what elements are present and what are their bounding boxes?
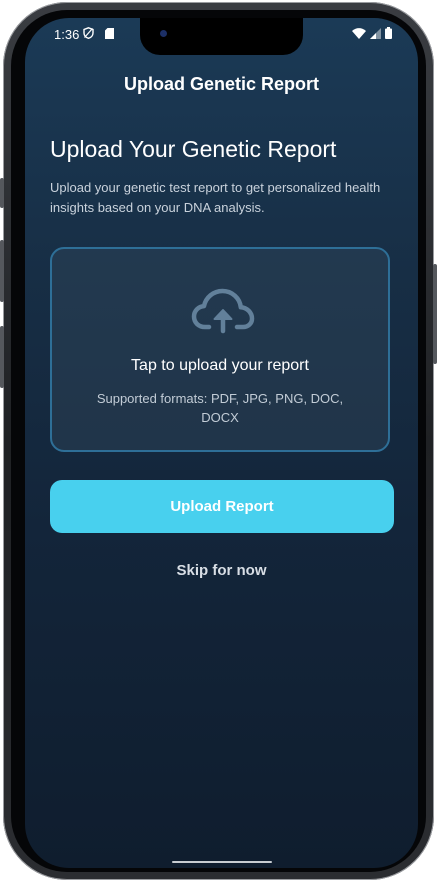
shield-icon (83, 27, 94, 39)
skip-for-now-link[interactable]: Skip for now (25, 562, 418, 579)
supported-formats: Supported formats: PDF, JPG, PNG, DOC, D… (96, 391, 344, 425)
home-indicator (172, 861, 272, 863)
app-screen: 1:36 Upload Genetic Report Upload Your G… (25, 18, 418, 868)
upload-dropzone[interactable]: Tap to upload your report Supported form… (50, 247, 390, 452)
action-button (0, 178, 4, 208)
page-title: Upload Genetic Report (123, 74, 320, 94)
battery-icon (385, 27, 392, 39)
section-heading: Upload Your Genetic Report (50, 136, 337, 162)
status-left-icons (83, 27, 114, 39)
camera-notch (140, 18, 303, 55)
cellular-signal-icon (370, 27, 381, 39)
status-time: 1:36 (54, 27, 80, 42)
upload-title: Tap to upload your report (131, 357, 309, 374)
wifi-icon (352, 27, 366, 39)
sd-card-icon (105, 27, 114, 39)
volume-down-button (0, 326, 4, 388)
status-right-icons (352, 27, 392, 39)
front-camera (160, 30, 167, 37)
volume-up-button (0, 240, 4, 302)
power-button (433, 264, 437, 364)
cloud-upload-icon (191, 288, 255, 334)
section-description: Upload your genetic test report to get p… (50, 180, 381, 215)
upload-report-button[interactable]: Upload Report (50, 480, 394, 533)
